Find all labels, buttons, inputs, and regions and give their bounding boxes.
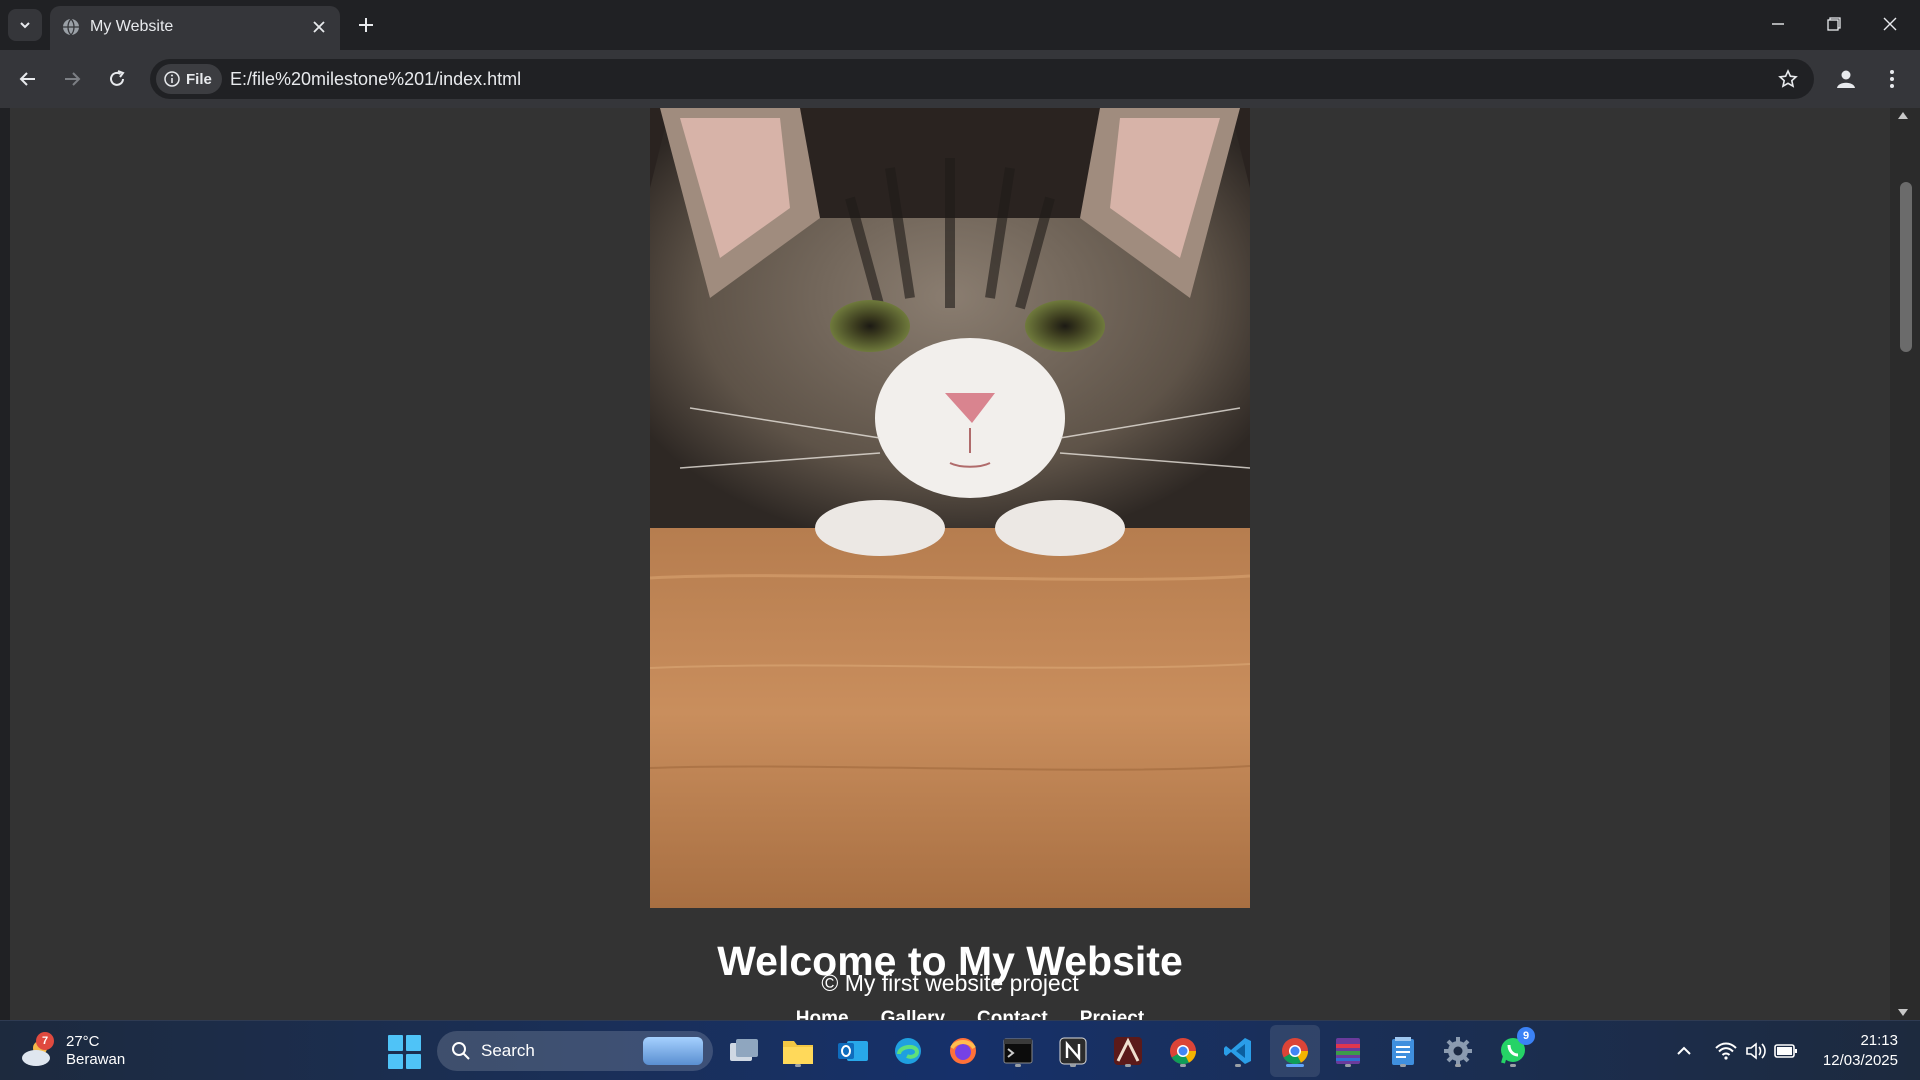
notion-icon[interactable] [1055, 1033, 1091, 1069]
weather-cloud-icon: 7 [20, 1032, 56, 1068]
url-text[interactable]: E:/file%20milestone%201/index.html [230, 69, 521, 90]
chrome-icon[interactable] [1165, 1033, 1201, 1069]
reload-icon [110, 70, 125, 86]
site-info-chip[interactable]: File [156, 64, 222, 94]
weather-widget[interactable]: 7 27°C Berawan [20, 1029, 125, 1073]
cat-photo [650, 108, 1250, 908]
minimize-button[interactable] [1756, 8, 1800, 40]
wifi-icon[interactable] [1712, 1033, 1740, 1069]
firefox-icon[interactable] [945, 1033, 981, 1069]
browser-toolbar: File E:/file%20milestone%201/index.html [0, 50, 1920, 108]
terminal-icon[interactable] [1000, 1033, 1036, 1069]
minimize-icon [1772, 23, 1784, 25]
battery-icon[interactable] [1772, 1033, 1800, 1069]
profile-icon [1837, 70, 1855, 88]
volume-icon[interactable] [1742, 1033, 1770, 1069]
address-bar[interactable]: File E:/file%20milestone%201/index.html [150, 59, 1814, 99]
chevron-down-icon [20, 22, 30, 29]
clock-time: 21:13 [1860, 1032, 1898, 1049]
restore-icon [1827, 17, 1841, 31]
more-vertical-icon [1890, 70, 1894, 88]
tab-search-button[interactable] [8, 9, 42, 41]
scrollbar-thumb[interactable] [1900, 182, 1912, 352]
file-explorer-icon[interactable] [780, 1033, 816, 1069]
scroll-down-arrow-icon[interactable] [1898, 1009, 1908, 1016]
edge-icon[interactable] [890, 1033, 926, 1069]
back-button[interactable] [12, 63, 44, 95]
tab-close-button[interactable] [308, 16, 330, 38]
search-highlight-icon [643, 1037, 703, 1065]
scroll-up-arrow-icon[interactable] [1898, 112, 1908, 119]
site-chip-label: File [186, 70, 212, 88]
arrow-left-icon [19, 72, 35, 86]
close-window-button[interactable] [1868, 8, 1912, 40]
search-icon [452, 1042, 470, 1060]
bookmark-button[interactable] [1776, 67, 1800, 91]
tab-title: My Website [90, 18, 174, 35]
nav-link-home[interactable]: Home [796, 1008, 849, 1020]
nav-link-project[interactable]: Project [1080, 1008, 1144, 1020]
start-button[interactable] [388, 1035, 422, 1069]
nav-link-gallery[interactable]: Gallery [881, 1008, 945, 1020]
close-icon [1883, 17, 1897, 31]
system-clock[interactable]: 21:13 12/03/2025 [1823, 1031, 1898, 1071]
chrome-active-icon[interactable] [1277, 1033, 1313, 1069]
new-tab-button[interactable] [352, 11, 380, 39]
notepad-icon[interactable] [1385, 1033, 1421, 1069]
winrar-icon[interactable] [1330, 1033, 1366, 1069]
weather-description: Berawan [66, 1051, 126, 1068]
game-app-icon[interactable] [1110, 1033, 1146, 1069]
menu-button[interactable] [1876, 63, 1908, 95]
restore-button[interactable] [1812, 8, 1856, 40]
windows-logo-icon [388, 1035, 403, 1051]
globe-icon [63, 18, 79, 36]
whatsapp-icon[interactable]: 9 [1495, 1027, 1535, 1069]
vscode-icon[interactable] [1220, 1033, 1256, 1069]
search-label: Search [481, 1041, 535, 1060]
chevron-up-icon[interactable] [1670, 1033, 1698, 1069]
plus-icon [359, 18, 373, 32]
profile-button[interactable] [1830, 63, 1862, 95]
reload-button[interactable] [101, 63, 133, 95]
weather-temperature: 27°C [66, 1033, 100, 1050]
close-icon [313, 21, 325, 33]
settings-gear-icon[interactable] [1440, 1033, 1476, 1069]
weather-badge: 7 [36, 1032, 54, 1050]
windows-taskbar: 7 27°C Berawan Search 9 21:13 12/03/2025 [0, 1020, 1920, 1080]
forward-button[interactable] [56, 63, 88, 95]
star-icon [1778, 69, 1798, 88]
clock-date: 12/03/2025 [1822, 1052, 1898, 1069]
page-viewport: Welcome to My Website © My first website… [10, 108, 1890, 1020]
footer-copyright: © My first website project [821, 970, 1079, 996]
browser-tab[interactable]: My Website [50, 6, 340, 50]
outlook-icon[interactable] [835, 1033, 871, 1069]
tab-strip: My Website [0, 0, 1920, 50]
cat-image [650, 108, 1250, 908]
taskbar-search[interactable]: Search [437, 1031, 713, 1071]
task-view-icon[interactable] [726, 1033, 762, 1069]
nav-link-contact[interactable]: Contact [977, 1008, 1048, 1020]
arrow-right-icon [65, 72, 81, 86]
page-scrollbar[interactable] [1890, 108, 1920, 1020]
site-nav: Home Gallery Contact Project [10, 1008, 1890, 1020]
info-icon [164, 71, 180, 87]
whatsapp-badge: 9 [1517, 1027, 1535, 1045]
